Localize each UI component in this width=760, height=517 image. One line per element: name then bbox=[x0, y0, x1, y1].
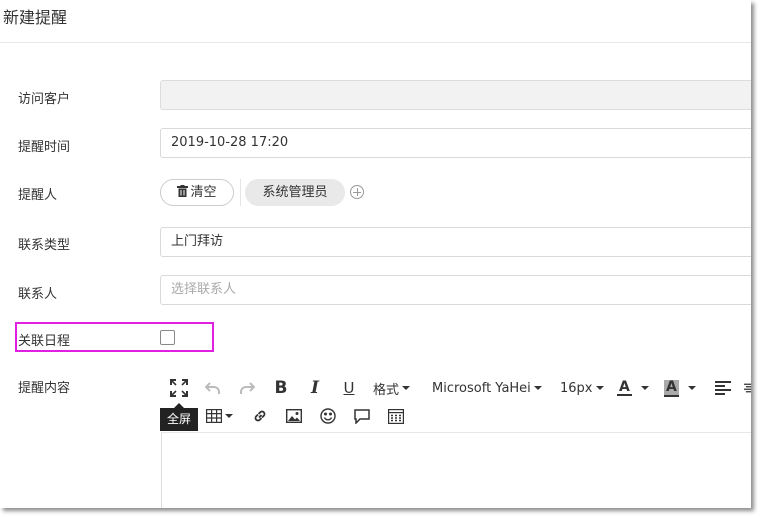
customer-label: 访问客户 bbox=[18, 92, 71, 107]
chevron-down-icon bbox=[225, 414, 233, 418]
format-dropdown[interactable]: 格式 bbox=[373, 378, 411, 398]
font-color-icon: A bbox=[617, 379, 632, 396]
font-size-label: 16px bbox=[560, 380, 593, 396]
contact-type-label: 联系类型 bbox=[18, 238, 71, 253]
image-icon[interactable] bbox=[284, 406, 304, 426]
bold-icon[interactable]: B bbox=[271, 378, 291, 398]
table-dropdown[interactable] bbox=[206, 406, 233, 426]
reminder-separator bbox=[240, 179, 241, 206]
add-reminder-icon[interactable] bbox=[350, 185, 364, 199]
trash-icon bbox=[177, 185, 189, 197]
chevron-down-icon bbox=[595, 386, 604, 390]
source-code-icon[interactable] bbox=[386, 406, 406, 426]
chevron-down-icon bbox=[533, 386, 542, 390]
background-color-icon: A bbox=[664, 378, 679, 397]
content-label: 提醒内容 bbox=[18, 381, 71, 396]
format-dropdown-label: 格式 bbox=[373, 382, 400, 398]
font-family-dropdown[interactable]: Microsoft YaHei bbox=[432, 378, 542, 398]
chevron-down-icon bbox=[640, 386, 649, 390]
remind-time-input[interactable]: 2019-10-28 17:20 bbox=[160, 128, 751, 158]
new-reminder-dialog: 新建提醒 访问客户 提醒时间 2019-10-28 17:20 提醒人 清空 系… bbox=[0, 0, 751, 508]
remind-time-label: 提醒时间 bbox=[18, 140, 71, 155]
contact-type-select[interactable]: 上门拜访 bbox=[160, 227, 751, 257]
schedule-label: 关联日程 bbox=[18, 334, 71, 349]
comment-icon[interactable] bbox=[352, 406, 372, 426]
title-divider bbox=[0, 42, 751, 43]
reminder-user-tag[interactable]: 系统管理员 bbox=[245, 179, 345, 206]
table-icon bbox=[206, 409, 222, 423]
reminder-label: 提醒人 bbox=[18, 188, 58, 203]
font-family-label: Microsoft YaHei bbox=[432, 380, 531, 396]
schedule-checkbox[interactable] bbox=[160, 330, 175, 345]
font-size-dropdown[interactable]: 16px bbox=[560, 378, 604, 398]
fullscreen-tooltip: 全屏 bbox=[160, 403, 198, 431]
emoji-icon[interactable] bbox=[318, 406, 338, 426]
redo-icon[interactable] bbox=[237, 378, 257, 398]
fullscreen-icon[interactable] bbox=[168, 378, 190, 398]
undo-icon[interactable] bbox=[203, 378, 223, 398]
align-left-icon[interactable] bbox=[713, 378, 733, 398]
link-icon[interactable] bbox=[250, 406, 270, 426]
background-color-button[interactable]: A bbox=[664, 378, 696, 398]
customer-input[interactable] bbox=[160, 80, 751, 110]
clear-button[interactable]: 清空 bbox=[160, 179, 234, 206]
dialog-title: 新建提醒 bbox=[3, 8, 68, 27]
contact-label: 联系人 bbox=[18, 287, 58, 302]
underline-icon[interactable]: U bbox=[339, 378, 359, 398]
content-editor[interactable] bbox=[161, 432, 751, 508]
chevron-down-icon bbox=[402, 386, 411, 390]
font-color-button[interactable]: A bbox=[617, 378, 649, 398]
italic-icon[interactable]: I bbox=[305, 378, 325, 398]
align-center-icon[interactable] bbox=[744, 378, 751, 398]
chevron-down-icon bbox=[687, 386, 696, 390]
clear-button-label: 清空 bbox=[190, 185, 217, 200]
contact-input[interactable]: 选择联系人 bbox=[160, 275, 751, 305]
